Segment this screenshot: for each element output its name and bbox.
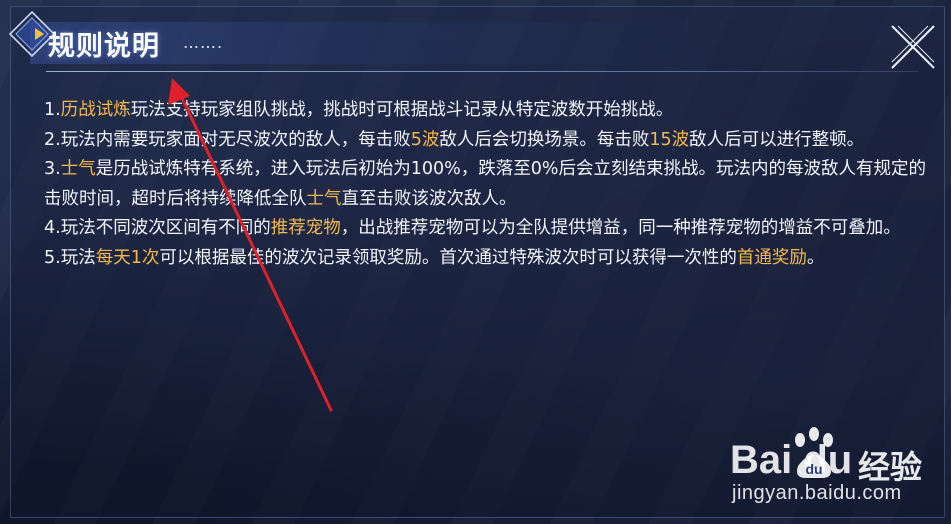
watermark-url: jingyan.baidu.com xyxy=(732,482,902,504)
rule-text: 直至击败该波次敌人。 xyxy=(341,188,517,209)
rules-list: 1.历战试炼玩法支持玩家组队挑战，挑战时可根据战斗记录从特定波数开始挑战。 2.玩… xyxy=(44,96,934,273)
header-bar xyxy=(30,22,910,64)
rule-item: 4.玩法不同波次区间有不同的推荐宠物，出战推荐宠物可以为全队提供增益，同一种推荐… xyxy=(44,214,934,244)
rule-text: 5.玩法 xyxy=(44,247,96,268)
svg-text:du: du xyxy=(805,461,822,477)
rule-text: 4.玩法不同波次区间有不同的 xyxy=(44,218,271,238)
rule-item: 3.士气是历战试炼特有系统，进入玩法后初始为100%，跌落至0%后会立刻结束挑战… xyxy=(44,155,934,214)
highlight-text: 5波 xyxy=(410,129,440,150)
highlight-text: 士气 xyxy=(306,188,342,209)
close-icon[interactable] xyxy=(884,18,942,76)
rule-text: 1. xyxy=(44,100,61,120)
baidu-watermark: Bai du du 经验 jingyan.baidu.com xyxy=(730,420,940,520)
rule-text: 。 xyxy=(806,247,825,268)
title-dots: ……. xyxy=(183,33,224,52)
highlight-text: 每天1次 xyxy=(95,247,160,268)
highlight-text: 推荐宠物 xyxy=(270,218,341,238)
page-title: 规则说明 xyxy=(48,31,160,62)
rule-text: ，出战推荐宠物可以为全队提供增益，同一种推荐宠物的增益不可叠加。 xyxy=(340,218,901,238)
highlight-text: 士气 xyxy=(60,159,96,179)
rule-text: 敌人后会切换场景。每击败 xyxy=(439,129,650,150)
rule-text: 玩法支持玩家组队挑战，挑战时可根据战斗记录从特定波数开始挑战。 xyxy=(130,100,674,120)
rule-item: 2.玩法内需要玩家面对无尽波次的敌人，每击败5波敌人后会切换场景。每击败15波敌… xyxy=(44,126,934,156)
highlight-text: 历战试炼 xyxy=(60,100,131,120)
header-divider xyxy=(46,71,918,72)
rule-item: 5.玩法每天1次可以根据最佳的波次记录领取奖励。首次通过特殊波次时可以获得一次性… xyxy=(44,244,934,274)
rule-text: 3. xyxy=(44,159,61,179)
rule-text: 可以根据最佳的波次记录领取奖励。首次通过特殊波次时可以获得一次性的 xyxy=(159,247,737,268)
highlight-text: 15波 xyxy=(649,129,690,150)
rule-item: 1.历战试炼玩法支持玩家组队挑战，挑战时可根据战斗记录从特定波数开始挑战。 xyxy=(44,96,934,126)
rule-text: 2.玩法内需要玩家面对无尽波次的敌人，每击败 xyxy=(44,129,411,150)
rule-text: 敌人后可以进行整顿。 xyxy=(689,129,865,150)
highlight-text: 首通奖励 xyxy=(736,247,807,268)
baidu-paw-icon: du xyxy=(795,427,833,478)
game-scene: 规则说明 ……. 1.历战试炼玩法支持玩家组队挑战，挑战时可根据战斗记录从特定波… xyxy=(0,0,951,524)
